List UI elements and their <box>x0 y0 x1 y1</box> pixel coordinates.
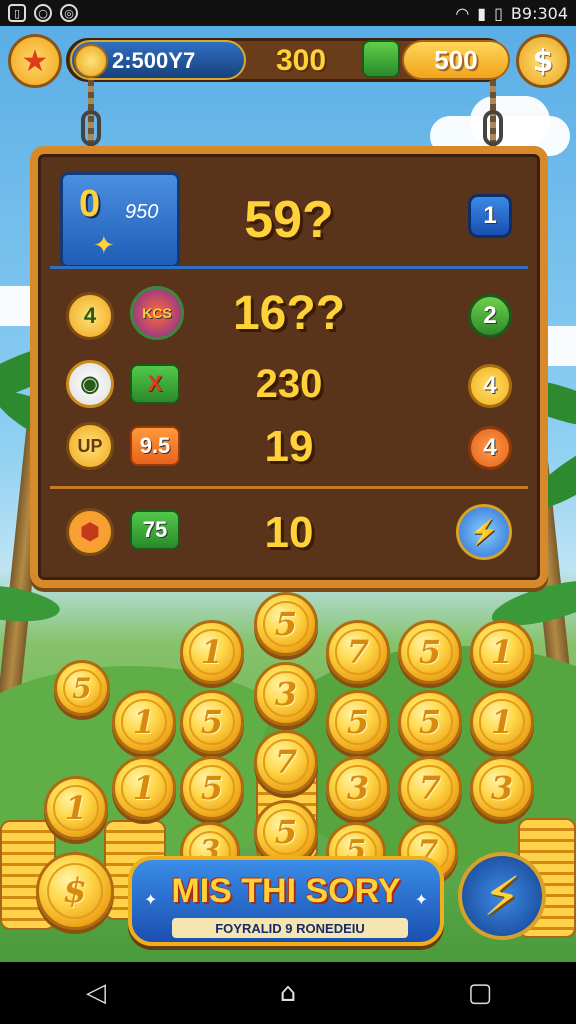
coin-face: 5 <box>62 668 102 708</box>
home-button[interactable]: ⌂ <box>268 973 308 1013</box>
coin[interactable]: 1 <box>112 690 176 754</box>
coin[interactable]: 3 <box>470 756 534 820</box>
home-icon: ⌂ <box>279 978 297 1008</box>
star-icon: ★ <box>21 43 49 79</box>
coin[interactable]: 3 <box>326 756 390 820</box>
coin-face: 5 <box>189 699 235 745</box>
row-badge-right-value: 4 <box>483 434 497 461</box>
row-count: 19 <box>264 422 314 471</box>
coin-face: 1 <box>121 699 167 745</box>
header-badge-value: 1 <box>483 202 497 229</box>
coin-face: 1 <box>189 629 235 675</box>
coin-face: 1 <box>53 785 99 831</box>
coin-face: 1 <box>479 629 525 675</box>
lightning-button[interactable]: ⚡ <box>458 852 546 940</box>
gold-value: 500 <box>434 44 478 75</box>
coin-face: 7 <box>407 765 453 811</box>
recents-icon: ▢ <box>467 978 493 1008</box>
coin-face: 3 <box>335 765 381 811</box>
battery-icon: ▯ <box>494 3 503 23</box>
coin-menu-button[interactable]: $ <box>36 852 114 930</box>
score-board: 0 950 ✦ 59? 1 4 KCS 16?? 2 ◉ X 230 4 UP … <box>30 146 548 588</box>
divider <box>50 266 528 269</box>
sim-icon: ▯ <box>8 4 26 22</box>
coin-balance-value: 2:500Y7 <box>112 48 196 73</box>
lightning-icon: ⚡ <box>483 864 521 928</box>
banner-title: MIS THI SORY <box>171 872 401 910</box>
lightning-icon: ⚡ <box>469 518 499 546</box>
coin-menu-face: $ <box>46 862 104 920</box>
header-badge[interactable]: 1 <box>468 194 512 238</box>
coin-face: 5 <box>263 601 309 647</box>
header-count: 59? <box>244 191 334 249</box>
recents-button[interactable]: ▢ <box>460 973 500 1013</box>
row-badge-right[interactable]: 4 <box>468 364 512 408</box>
coin-face: 5 <box>189 765 235 811</box>
coin-face: 5 <box>263 809 309 855</box>
coin[interactable]: 5 <box>398 620 462 684</box>
sync-icon: ◎ <box>60 4 78 22</box>
cloud <box>470 96 550 146</box>
coin[interactable]: 5 <box>180 756 244 820</box>
coin[interactable]: 5 <box>326 690 390 754</box>
coin-face: 3 <box>479 765 525 811</box>
coin[interactable]: 1 <box>470 690 534 754</box>
coin[interactable]: 7 <box>254 730 318 794</box>
row-badge-right[interactable]: 4 <box>468 426 512 470</box>
star-button[interactable]: ★ <box>8 34 62 88</box>
back-icon: ◁ <box>86 978 106 1008</box>
coin-face: 5 <box>407 699 453 745</box>
coin-face: 3 <box>263 671 309 717</box>
coin-face: 5 <box>407 629 453 675</box>
board-row: ◉ X 230 4 <box>38 356 540 416</box>
coin[interactable]: 7 <box>398 756 462 820</box>
coin[interactable]: 5 <box>254 800 318 864</box>
row-badge-right-value: 2 <box>483 302 497 329</box>
hook-left <box>81 110 101 146</box>
row-count: 16?? <box>232 287 346 340</box>
coin-icon <box>74 44 108 78</box>
shop-dollar-button[interactable]: $ <box>516 34 570 88</box>
wifi-icon: ◠ <box>455 3 470 23</box>
row-count: 230 <box>255 362 323 406</box>
coin[interactable]: 1 <box>470 620 534 684</box>
coin[interactable]: 1 <box>180 620 244 684</box>
header-row: 59? 1 <box>38 186 540 249</box>
coin[interactable]: 5 <box>54 660 110 716</box>
coin-face: 1 <box>479 699 525 745</box>
coin[interactable]: 1 <box>112 756 176 820</box>
coin-face: 7 <box>263 739 309 785</box>
coin-face: 5 <box>335 699 381 745</box>
coin[interactable]: 3 <box>254 662 318 726</box>
hud-center-value: 300 <box>276 44 327 77</box>
alarm-icon: ○ <box>34 4 52 22</box>
divider <box>50 486 528 489</box>
row-badge-right-value: 4 <box>483 372 497 399</box>
row-badge-right[interactable]: 2 <box>468 294 512 338</box>
coin-balance-pill[interactable]: 2:500Y7 <box>70 40 246 80</box>
coin[interactable]: 5 <box>398 690 462 754</box>
chest-icon[interactable] <box>362 40 400 78</box>
back-button[interactable]: ◁ <box>76 973 116 1013</box>
boost-button[interactable]: ⚡ <box>456 504 512 560</box>
dollar-icon: $ <box>532 43 554 79</box>
status-bar: ▯ ○ ◎ ◠ ▮ ▯ B9:304 <box>0 0 576 26</box>
mystery-banner[interactable]: ✦ ✦ MIS THI SORY FOYRALID 9 RONEDEIU <box>128 856 444 946</box>
board-row: 4 KCS 16?? 2 <box>38 286 540 346</box>
board-row: ⬢ 75 10 ⚡ <box>38 502 540 562</box>
coin[interactable]: 7 <box>326 620 390 684</box>
coin[interactable]: 5 <box>180 690 244 754</box>
system-nav-bar: ◁ ⌂ ▢ <box>0 962 576 1024</box>
banner-subtitle: FOYRALID 9 RONEDEIU <box>172 918 408 938</box>
gold-pill[interactable]: 500 <box>402 40 510 80</box>
coin-face: 7 <box>335 629 381 675</box>
coin[interactable]: 5 <box>254 592 318 656</box>
coin[interactable]: 1 <box>44 776 108 840</box>
hook-right <box>483 110 503 146</box>
board-row: UP 9.5 19 4 <box>38 416 540 476</box>
status-time: B9:304 <box>510 3 568 23</box>
coin-face: 1 <box>121 765 167 811</box>
signal-icon: ▮ <box>477 3 487 23</box>
